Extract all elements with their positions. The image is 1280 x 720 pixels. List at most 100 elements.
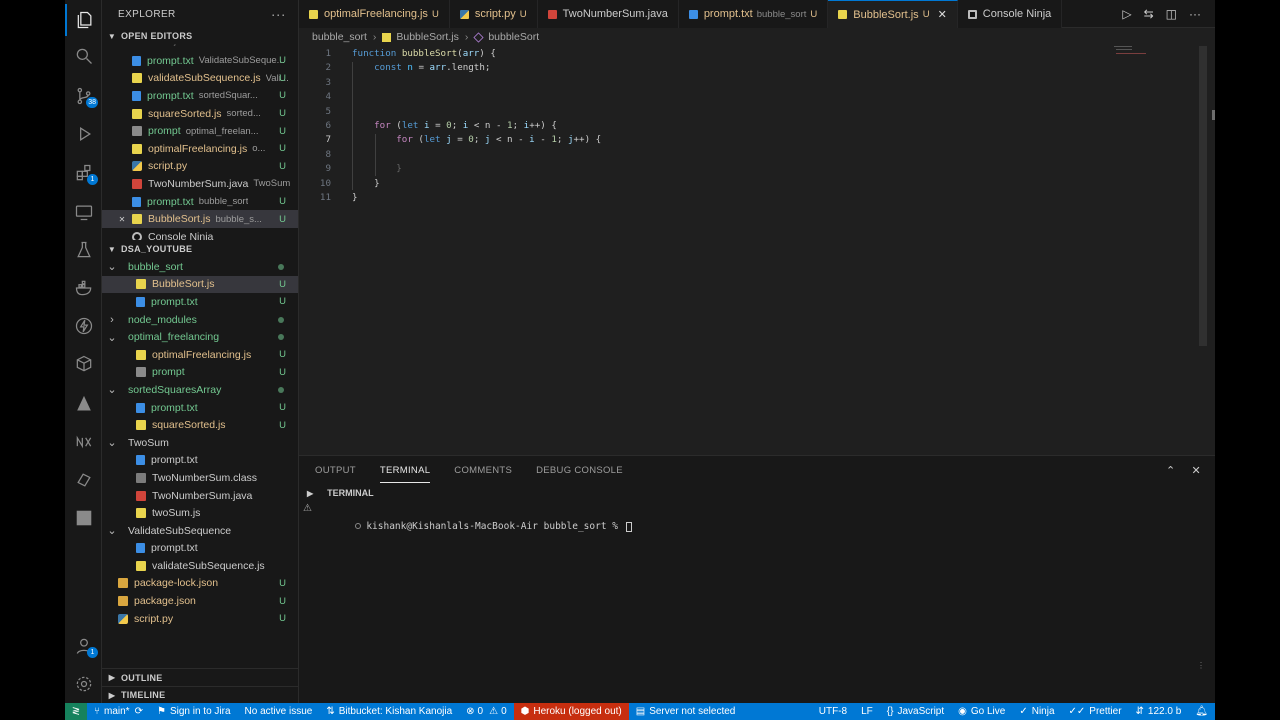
outline-header[interactable]: ▶ OUTLINE [102,668,298,686]
branch-indicator[interactable]: ⑂ main* ⟳ [87,703,150,720]
maximize-panel-icon[interactable]: ⌃ [1166,464,1176,477]
close-icon[interactable]: ✕ [112,215,132,224]
testing-icon[interactable] [65,234,102,266]
more-actions-icon[interactable]: ··· [1189,7,1201,21]
git-status-badge: U [279,72,286,84]
file-item[interactable]: optimalFreelancing.js U [102,346,298,364]
tab-script-py[interactable]: script.py U [449,0,538,28]
resize-handle-icon[interactable]: ⋮ [1197,661,1205,670]
file-item[interactable]: squareSorted.js U [102,416,298,434]
terminal-prompt-line[interactable]: kishank@Kishanlals-MacBook-Air bubble_so… [321,510,632,543]
minimap[interactable] [1114,46,1154,66]
file-item[interactable]: prompt U [102,364,298,382]
file-item[interactable]: TwoNumberSum.java [102,487,298,505]
tab-prompt-txt[interactable]: prompt.txt bubble_sort U [678,0,829,28]
encoding[interactable]: UTF-8 [812,703,854,720]
source-control-icon[interactable]: 38 [65,80,102,112]
server-status[interactable]: ▤ Server not selected [629,703,743,720]
open-editor-name: BubbleSort.js [148,213,211,226]
tab-console-ninja[interactable]: Console Ninja [957,0,1063,28]
open-editor-item[interactable]: script.py U [102,158,298,176]
file-item[interactable]: twoSum.js [102,504,298,522]
file-item[interactable]: package-lock.json U [102,575,298,593]
folder-item[interactable]: ⌄ TwoSum [102,434,298,452]
open-editor-item[interactable]: prompt.txt ValidateSubSeque... U [102,52,298,70]
open-editor-item[interactable]: squareSorted.js sorted... U [102,105,298,123]
cube-icon[interactable] [65,348,102,380]
panel-tab-terminal[interactable]: TERMINAL [379,465,431,483]
ninja-status[interactable]: ✓ Ninja [1012,703,1061,720]
remote-indicator[interactable]: ≷ [65,703,87,720]
terminal-section-header[interactable]: ▶ TERMINAL [299,485,1215,501]
breadcrumb-folder[interactable]: bubble_sort [312,31,367,43]
run-debug-icon[interactable] [65,118,102,150]
workspace-header[interactable]: ▼ DSA_YOUTUBE [102,240,298,258]
language-mode[interactable]: {} JavaScript [880,703,951,720]
folder-item[interactable]: ⌄ sortedSquaresArray [102,381,298,399]
lightning-icon[interactable] [65,310,102,342]
heroku-status[interactable]: ⬢ Heroku (logged out) [513,703,629,720]
folder-item[interactable]: › node_modules [102,311,298,329]
go-live[interactable]: ◉ Go Live [951,703,1012,720]
editor-scrollbar[interactable] [1199,46,1207,346]
file-item[interactable]: BubbleSort.js U [102,275,298,294]
warning-icon: ⚠ [303,503,312,514]
split-editor-icon[interactable]: ◫ [1166,7,1177,21]
bitbucket-account[interactable]: ⇅ Bitbucket: Kishan Kanojia [319,703,459,720]
open-editor-item[interactable]: validateSubSequence.js Vali... U [102,70,298,88]
close-panel-icon[interactable]: ✕ [1191,464,1201,477]
notifications-bell-icon[interactable]: 🔔︎ [1188,703,1215,720]
folder-item[interactable]: ⌄ bubble_sort [102,258,298,276]
prettier-status[interactable]: ✓✓ Prettier [1062,703,1129,720]
folder-item[interactable]: ⌄ optimal_freelancing [102,328,298,346]
open-editor-item[interactable]: prompt.txt sortedSquar... U [102,87,298,105]
panel-tab-output[interactable]: OUTPUT [315,465,356,476]
open-editor-item[interactable]: optimalFreelancing.js o... U [102,140,298,158]
git-graph-icon[interactable] [65,464,102,496]
more-actions-icon[interactable]: ··· [271,6,286,22]
settings-gear-icon[interactable] [65,668,102,700]
panel-tab-comments[interactable]: COMMENTS [454,465,512,476]
file-item[interactable]: prompt.txt [102,452,298,470]
run-icon[interactable]: ▷ [1122,7,1131,21]
tab-bubblesort-js[interactable]: BubbleSort.js U ✕ [828,0,958,28]
timeline-header[interactable]: ▶ TIMELINE [102,686,298,703]
folder-item[interactable]: ⌄ ValidateSubSequence [102,522,298,540]
open-editor-item[interactable]: TwoNumberSum.java TwoSum [102,175,298,193]
account-icon[interactable]: 1 [65,630,102,662]
tab-twonumbersum-java[interactable]: TwoNumberSum.java [537,0,679,28]
problems-indicator[interactable]: ⊗ 0 ⚠ 0 [459,703,513,720]
tab-optimalfreelancing-js[interactable]: optimalFreelancing.js U [299,0,450,28]
compare-changes-icon[interactable]: ⇆ [1144,7,1154,21]
end-of-line[interactable]: LF [854,703,880,720]
extensions-icon[interactable]: 1 [65,157,102,189]
active-issue[interactable]: No active issue [238,703,320,720]
open-editor-item[interactable]: prompt optimal_freelan... U [102,122,298,140]
file-item[interactable]: prompt.txt U [102,293,298,311]
open-editors-header[interactable]: ▼ OPEN EDITORS [102,28,298,44]
docker-icon[interactable] [65,272,102,304]
file-item[interactable]: prompt.txt U [102,399,298,417]
code-editor[interactable]: 1 function bubbleSort(arr) {2 const n = a… [299,46,1215,455]
open-editor-item[interactable]: Console Ninja [102,228,298,240]
breadcrumb-file[interactable]: BubbleSort.js [396,31,458,43]
panel-tab-debug-console[interactable]: DEBUG CONSOLE [536,465,623,476]
remote-explorer-icon[interactable] [65,196,102,228]
open-editor-name: validateSubSequence.js [148,72,261,85]
nx-icon[interactable] [65,426,102,458]
atlassian-icon[interactable] [65,388,102,420]
file-item[interactable]: package.json U [102,592,298,610]
file-size[interactable]: ⇵ 122.0 b [1129,703,1189,720]
file-item[interactable]: TwoNumberSum.class [102,469,298,487]
close-tab-icon[interactable]: ✕ [938,8,947,21]
square-icon[interactable] [65,502,102,534]
open-editor-item[interactable]: prompt.txt bubble_sort U [102,193,298,211]
file-item[interactable]: prompt.txt [102,540,298,558]
explorer-icon[interactable] [65,4,102,36]
open-editor-item[interactable]: ✕ BubbleSort.js bubble_s... U [102,210,298,228]
breadcrumb-symbol[interactable]: bubbleSort [488,31,539,43]
jira-signin[interactable]: ⚑ Sign in to Jira [150,703,238,720]
file-item[interactable]: validateSubSequence.js [102,557,298,575]
search-icon[interactable] [65,40,102,72]
file-item[interactable]: script.py U [102,610,298,628]
